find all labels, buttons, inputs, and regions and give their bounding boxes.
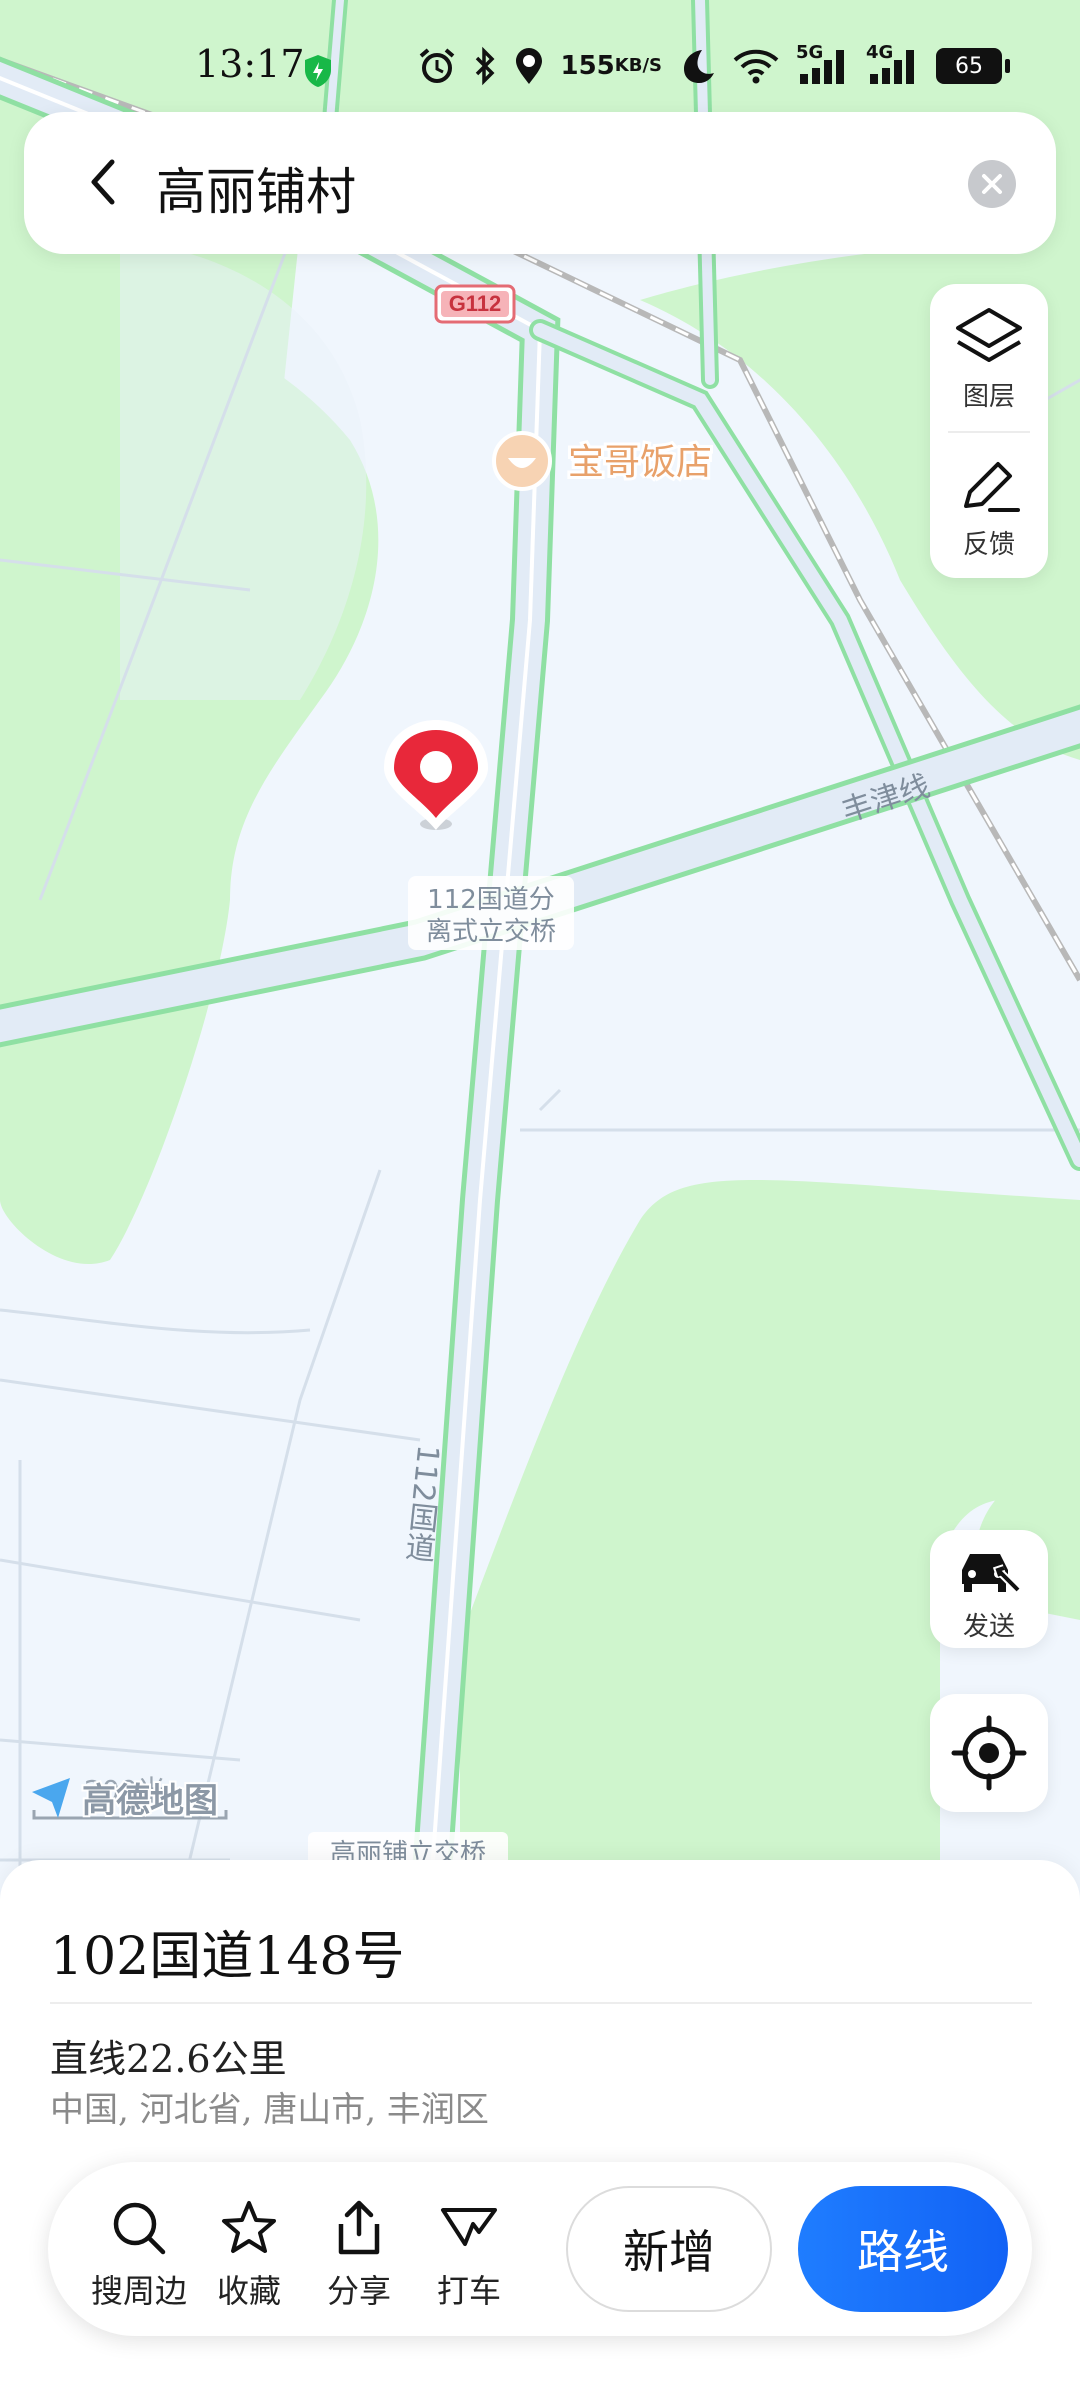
action-bar: 搜周边 收藏 分享 打车 新增 路线 — [48, 2162, 1032, 2336]
g112-shield: G112 — [434, 284, 516, 324]
location-icon — [513, 46, 545, 86]
place-title: 102国道148号 — [50, 1927, 405, 1987]
wifi-icon — [732, 48, 780, 84]
close-icon — [982, 174, 1002, 194]
status-icons: 155 KB/S 5G 4G 65 — [417, 38, 1010, 94]
signal-4g-label: 4G — [866, 42, 894, 63]
moon-icon — [678, 47, 716, 85]
search-bar[interactable]: 高丽铺村 — [24, 112, 1056, 254]
car-send-icon — [962, 1554, 1021, 1593]
taxi-label: 打车 — [436, 2272, 501, 2310]
search-nearby-button[interactable]: 搜周边 — [84, 2198, 194, 2312]
share-label: 分享 — [326, 2272, 391, 2310]
taxi-button[interactable]: 打车 — [414, 2198, 524, 2312]
bluetooth-icon — [473, 46, 497, 86]
search-query[interactable]: 高丽铺村 — [156, 152, 356, 224]
send-label: 发送 — [962, 1612, 1015, 1642]
restaurant-label: 宝哥饭店 — [568, 442, 712, 483]
send-to-car-button[interactable]: 发送 — [930, 1530, 1048, 1648]
favorite-label: 收藏 — [216, 2272, 281, 2310]
panel-divider — [50, 2002, 1032, 2004]
share-button[interactable]: 分享 — [304, 2198, 414, 2312]
alarm-icon — [417, 46, 457, 86]
signal-5g-label: 5G — [796, 42, 824, 63]
search-nearby-label: 搜周边 — [90, 2272, 187, 2310]
battery-level: 65 — [955, 53, 983, 79]
restaurant-poi[interactable]: 宝哥饭店 — [492, 431, 715, 491]
clear-search-button[interactable] — [968, 160, 1016, 208]
interchange-label: 112国道分 离式立交桥 — [408, 876, 574, 950]
search-icon — [113, 2202, 166, 2255]
g112-shield-label: G112 — [449, 291, 502, 316]
taxi-flag-icon — [441, 2208, 497, 2246]
back-arrow-icon[interactable] — [76, 152, 136, 212]
favorite-button[interactable]: 收藏 — [194, 2198, 304, 2312]
map-tools-card: 图层 反馈 — [930, 284, 1048, 578]
route-button[interactable]: 路线 — [798, 2186, 1008, 2312]
network-speed-value: 155 — [560, 51, 615, 81]
status-time: 13:17 — [195, 42, 305, 86]
layers-icon — [956, 308, 1022, 362]
battery-icon: 65 — [936, 48, 1010, 84]
amap-logo-text: 高德地图 — [82, 1781, 218, 1821]
tools-divider — [948, 431, 1030, 433]
network-speed: 155 KB/S — [560, 51, 663, 81]
security-shield-icon — [305, 55, 331, 87]
interchange-label-line2: 离式立交桥 — [426, 917, 556, 947]
place-address: 中国, 河北省, 唐山市, 丰润区 — [50, 2090, 489, 2130]
status-bar: 13:17 155 KB/S 5G 4G 65 — [0, 0, 1080, 130]
star-icon — [222, 2201, 276, 2253]
signal-5g-icon: 5G — [796, 42, 850, 86]
edit-pencil-icon — [964, 462, 1020, 512]
signal-4g-icon: 4G — [866, 42, 920, 86]
crosshair-icon — [951, 1715, 1027, 1791]
locate-me-button[interactable] — [930, 1694, 1048, 1812]
add-button[interactable]: 新增 — [566, 2186, 772, 2312]
interchange-label-line1: 112国道分 — [427, 885, 555, 915]
feedback-label: 反馈 — [962, 530, 1015, 560]
network-speed-unit: KB/S — [614, 55, 662, 76]
feedback-button[interactable]: 反馈 — [930, 454, 1048, 561]
layers-button[interactable]: 图层 — [930, 306, 1048, 413]
send-to-car-inner: 发送 — [930, 1544, 1048, 1643]
share-icon — [338, 2200, 380, 2255]
place-distance: 直线22.6公里 — [50, 2037, 287, 2081]
layers-label: 图层 — [962, 382, 1015, 412]
